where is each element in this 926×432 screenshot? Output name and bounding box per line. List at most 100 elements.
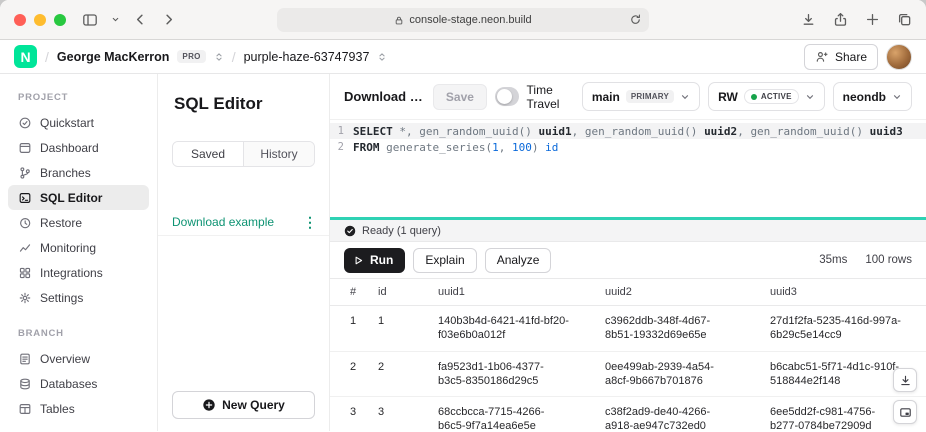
lock-icon: [394, 15, 404, 26]
org-switcher-chevrons-icon[interactable]: [214, 51, 224, 63]
main-panel: Download example Save Time Travel main P…: [330, 74, 926, 431]
download-icon: [899, 374, 912, 387]
sql-editor-icon: [18, 191, 32, 205]
column-header-id: id: [378, 286, 438, 298]
minimize-window-button[interactable]: [34, 14, 46, 26]
url-text: console-stage.neon.build: [409, 14, 531, 26]
tab-saved[interactable]: Saved: [173, 142, 243, 166]
neon-logo[interactable]: N: [14, 45, 37, 68]
forward-icon[interactable]: [161, 12, 176, 27]
save-button[interactable]: Save: [433, 84, 487, 110]
sidebar-toggle-icon[interactable]: [82, 12, 98, 28]
line-number: 1: [330, 125, 344, 137]
play-icon: [353, 255, 364, 266]
saved-query-item[interactable]: Download example ⋮: [158, 208, 329, 236]
share-icon[interactable]: [833, 12, 848, 27]
table-row[interactable]: 1 1 140b3b4d-6421-41fd-bf20-f03e6b0a012f…: [330, 306, 926, 352]
sidebar-item-label: Integrations: [40, 266, 103, 280]
explain-button[interactable]: Explain: [413, 248, 476, 273]
feedback-widget-button[interactable]: [893, 400, 917, 424]
sidebar-item-settings[interactable]: Settings: [8, 285, 149, 310]
sidebar-item-monitoring[interactable]: Monitoring: [8, 235, 149, 260]
address-bar[interactable]: console-stage.neon.build: [277, 8, 649, 32]
sidebar-item-label: Settings: [40, 291, 83, 305]
chevron-down-icon[interactable]: [111, 15, 120, 24]
sidebar-item-label: SQL Editor: [40, 191, 102, 205]
cell-uuid1: fa9523d1-1b06-4377-b3c5-8350186d29c5: [438, 360, 570, 389]
code-text: SELECT *, gen_random_uuid() uuid1, gen_r…: [353, 125, 903, 138]
tables-icon: [18, 402, 32, 416]
browser-chrome: console-stage.neon.build: [0, 0, 926, 40]
compute-select-value: RW: [718, 90, 738, 104]
sidebar-item-databases[interactable]: Databases: [8, 371, 149, 396]
sidebar-item-overview[interactable]: Overview: [8, 346, 149, 371]
window-controls: [14, 14, 66, 26]
table-row[interactable]: 2 2 fa9523d1-1b06-4377-b3c5-8350186d29c5…: [330, 352, 926, 398]
sidebar-item-restore[interactable]: Restore: [8, 210, 149, 235]
sidebar: PROJECT Quickstart Dashboard Branches SQ…: [0, 74, 158, 431]
sidebar-item-sql-editor[interactable]: SQL Editor: [8, 185, 149, 210]
browser-nav-controls: [82, 12, 176, 28]
sidebar-item-label: Branches: [40, 166, 91, 180]
query-actions: Run Explain Analyze 35ms 100 rows: [330, 242, 926, 278]
close-window-button[interactable]: [14, 14, 26, 26]
sidebar-item-tables[interactable]: Tables: [8, 396, 149, 421]
new-tab-icon[interactable]: [865, 12, 880, 27]
org-name[interactable]: George MacKerron: [57, 50, 170, 64]
code-text: FROM generate_series(1, 100) id: [353, 141, 558, 154]
sidebar-item-quickstart[interactable]: Quickstart: [8, 110, 149, 135]
sidebar-item-label: Restore: [40, 216, 82, 230]
run-button-label: Run: [370, 253, 393, 267]
time-travel-toggle[interactable]: [495, 87, 519, 106]
share-button-label: Share: [835, 50, 867, 64]
sidebar-item-integrations[interactable]: Integrations: [8, 260, 149, 285]
breadcrumb-separator: /: [45, 49, 49, 65]
sidebar-item-label: Tables: [40, 402, 75, 416]
editor-line-1: 1 SELECT *, gen_random_uuid() uuid1, gen…: [330, 123, 926, 139]
sql-code-editor[interactable]: 1 SELECT *, gen_random_uuid() uuid1, gen…: [330, 120, 926, 217]
project-name[interactable]: purple-haze-63747937: [244, 50, 370, 64]
share-button[interactable]: Share: [804, 44, 878, 70]
user-avatar[interactable]: [886, 44, 912, 70]
browser-toolbar-actions: [801, 12, 912, 27]
queries-panel-title: SQL Editor: [158, 74, 329, 114]
new-query-button[interactable]: New Query: [172, 391, 315, 419]
success-check-icon: [344, 225, 356, 237]
sidebar-section-branch: BRANCH: [0, 322, 157, 346]
cell-index: 1: [350, 314, 378, 343]
sidebar-item-branches[interactable]: Branches: [8, 160, 149, 185]
cell-uuid2: c38f2ad9-de40-4266-a918-ae947c732ed0: [605, 405, 737, 431]
saved-query-name: Download example: [172, 215, 274, 229]
sidebar-item-label: Databases: [40, 377, 97, 391]
kebab-menu-icon[interactable]: ⋮: [303, 215, 317, 229]
settings-gear-icon: [18, 291, 32, 305]
tab-history[interactable]: History: [243, 142, 314, 166]
column-header-uuid1: uuid1: [438, 286, 605, 298]
pro-badge: PRO: [177, 50, 205, 63]
sidebar-item-dashboard[interactable]: Dashboard: [8, 135, 149, 160]
new-query-label: New Query: [222, 398, 285, 412]
invite-person-icon: [815, 50, 829, 64]
chevron-down-icon: [892, 92, 902, 102]
column-header-uuid2: uuid2: [605, 286, 770, 298]
run-button[interactable]: Run: [344, 248, 405, 273]
project-switcher-chevrons-icon[interactable]: [377, 51, 387, 63]
reload-icon[interactable]: [629, 13, 642, 26]
table-row[interactable]: 3 3 68ccbcca-7715-4266-b6c5-9f7a14ea6e5e…: [330, 397, 926, 431]
browser-window: console-stage.neon.build N / George MacK…: [0, 0, 926, 432]
tab-overview-icon[interactable]: [897, 12, 912, 27]
compute-select[interactable]: RW ACTIVE: [708, 82, 825, 111]
database-select-value: neondb: [843, 90, 886, 104]
analyze-button[interactable]: Analyze: [485, 248, 552, 273]
back-icon[interactable]: [133, 12, 148, 27]
fullscreen-window-button[interactable]: [54, 14, 66, 26]
downloads-icon[interactable]: [801, 12, 816, 27]
database-select[interactable]: neondb: [833, 82, 912, 111]
query-metrics: 35ms 100 rows: [819, 254, 912, 266]
branch-select[interactable]: main PRIMARY: [582, 82, 700, 111]
sidebar-item-label: Quickstart: [40, 116, 94, 130]
cell-id: 2: [378, 360, 438, 389]
download-results-button[interactable]: [893, 368, 917, 392]
line-number: 2: [330, 141, 344, 153]
sidebar-item-label: Monitoring: [40, 241, 96, 255]
